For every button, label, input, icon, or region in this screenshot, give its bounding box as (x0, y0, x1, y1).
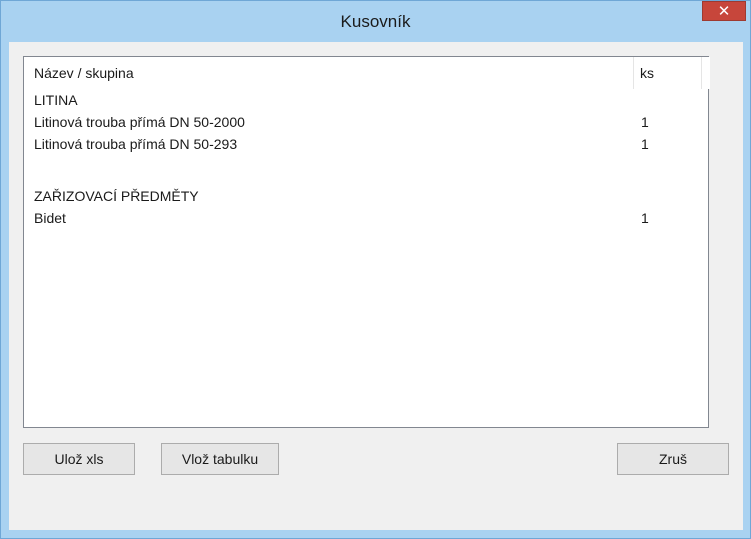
column-header-ks[interactable]: ks (634, 57, 702, 89)
cancel-button[interactable]: Zruš (617, 443, 729, 475)
item-name: Litinová trouba přímá DN 50-2000 (34, 114, 245, 130)
title-bar[interactable]: Kusovník ✕ (1, 1, 750, 41)
parts-list[interactable]: Název / skupina ks LITINA Litinová troub… (23, 56, 710, 428)
save-xls-button[interactable]: Ulož xls (23, 443, 135, 475)
close-icon[interactable]: ✕ (702, 1, 746, 21)
list-item[interactable]: Litinová trouba přímá DN 50-2000 1 (24, 111, 710, 133)
window-title: Kusovník (340, 12, 411, 31)
list-header: Název / skupina ks (24, 57, 710, 89)
list-item[interactable] (24, 157, 710, 179)
item-name: ZAŘIZOVACÍ PŘEDMĚTY (34, 188, 199, 204)
item-quantity: 1 (641, 210, 649, 226)
item-quantity: 1 (641, 136, 649, 152)
list-item[interactable]: ZAŘIZOVACÍ PŘEDMĚTY (24, 185, 710, 207)
item-name: LITINA (34, 92, 78, 108)
dialog-window: Kusovník ✕ Název / skupina ks LITINA Lit… (0, 0, 751, 539)
list-item[interactable]: Bidet 1 (24, 207, 710, 229)
insert-table-button[interactable]: Vlož tabulku (161, 443, 279, 475)
dialog-client-area: Název / skupina ks LITINA Litinová troub… (9, 42, 743, 530)
item-quantity: 1 (641, 114, 649, 130)
column-header-name[interactable]: Název / skupina (24, 57, 634, 89)
list-item[interactable]: Litinová trouba přímá DN 50-293 1 (24, 133, 710, 155)
list-item[interactable]: LITINA (24, 89, 710, 111)
item-name: Bidet (34, 210, 66, 226)
item-name: Litinová trouba přímá DN 50-293 (34, 136, 238, 152)
